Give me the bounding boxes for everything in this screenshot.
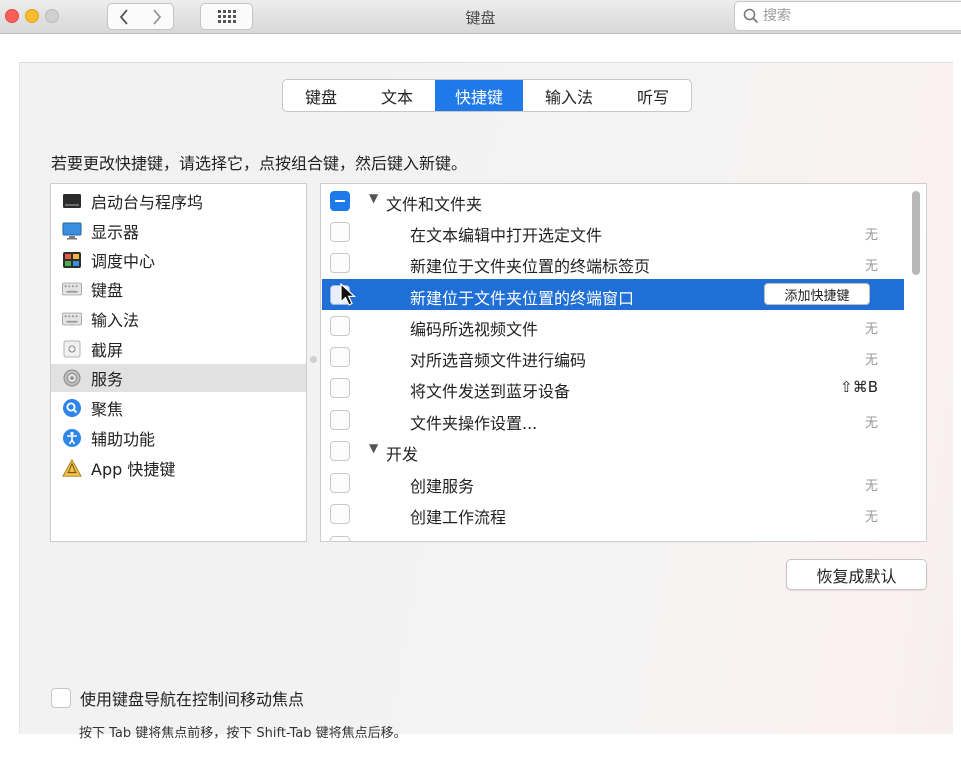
shortcut-label: 创建工作流程 <box>410 508 507 527</box>
category-label: 调度中心 <box>91 252 156 271</box>
shortcut-key[interactable]: 无 <box>865 475 878 494</box>
disclosure-triangle-icon[interactable]: ▼ <box>369 441 378 455</box>
shortcut-key[interactable]: 无 <box>865 318 878 337</box>
app-shortcuts-icon <box>62 458 82 478</box>
shortcut-key[interactable]: 无 <box>865 349 878 368</box>
shortcut-row-selected[interactable]: 新建位于文件夹位置的终端窗口 添加快捷键 <box>322 279 904 310</box>
shortcut-row[interactable]: 创建服务 无 <box>321 467 926 498</box>
shortcut-group-files-folders[interactable]: ▼ 文件和文件夹 <box>321 185 926 216</box>
keyboard-navigation-checkbox[interactable] <box>51 688 71 708</box>
category-list: 启动台与程序坞 显示器 调度中心 键盘 输入法 截屏 服务 聚焦 辅助功能 Ap… <box>50 183 307 542</box>
shortcut-checkbox[interactable] <box>330 316 350 336</box>
keyboard-icon <box>62 279 82 299</box>
accessibility-icon <box>62 428 82 448</box>
category-item-services[interactable]: 服务 <box>51 364 306 392</box>
shortcut-label: 新建位于文件夹位置的终端标签页 <box>410 257 651 276</box>
services-gear-icon <box>62 368 82 388</box>
shortcut-label: 新建位于文件夹位置的终端窗口 <box>410 289 635 308</box>
shortcut-list-scrollbar[interactable] <box>908 186 924 538</box>
shortcut-row[interactable]: 编码所选视频文件 无 <box>321 310 926 341</box>
category-item-screenshots[interactable]: 截屏 <box>51 335 306 363</box>
window-toolbar: 键盘 <box>0 0 961 34</box>
screenshot-icon <box>62 339 82 359</box>
shortcut-group-development[interactable]: ▼ 开发 <box>321 435 926 466</box>
category-item-displays[interactable]: 显示器 <box>51 217 306 245</box>
tab-input-sources[interactable]: 输入法 <box>523 80 615 111</box>
category-label: 键盘 <box>91 281 124 300</box>
category-label: 聚焦 <box>91 400 124 419</box>
instruction-text: 若要更改快捷键，请选择它，点按组合键，然后键入新键。 <box>51 154 468 173</box>
shortcut-row[interactable]: 将文件发送到蓝牙设备 ⇧⌘B <box>321 372 926 403</box>
shortcut-label: 对所选音频文件进行编码 <box>410 351 587 370</box>
category-item-input-sources[interactable]: 输入法 <box>51 305 306 333</box>
group-label: 开发 <box>386 445 419 464</box>
search-field[interactable] <box>734 1 961 31</box>
shortcut-checkbox[interactable] <box>330 222 350 242</box>
shortcut-list: ▼ 文件和文件夹 在文本编辑中打开选定文件 无 新建位于文件夹位置的终端标签页 … <box>320 183 927 542</box>
shortcut-key[interactable]: 无 <box>865 412 878 431</box>
category-label: 显示器 <box>91 223 140 242</box>
input-method-icon <box>62 309 82 329</box>
segmented-tabs: 键盘 文本 快捷键 输入法 听写 <box>282 79 692 112</box>
spotlight-icon <box>62 398 82 418</box>
shortcut-label: 文件夹操作设置... <box>410 414 538 433</box>
scrollbar-thumb[interactable] <box>912 191 920 275</box>
group-checkbox[interactable] <box>330 191 350 211</box>
tab-text[interactable]: 文本 <box>359 80 435 111</box>
shortcut-label: 编码所选视频文件 <box>410 320 539 339</box>
shortcut-checkbox[interactable] <box>330 347 350 367</box>
split-view-handle[interactable] <box>310 356 317 363</box>
shortcut-checkbox[interactable] <box>330 410 350 430</box>
keyboard-navigation-option[interactable]: 使用键盘导航在控制间移动焦点 <box>51 686 304 710</box>
category-item-spotlight[interactable]: 聚焦 <box>51 394 306 422</box>
tab-shortcuts[interactable]: 快捷键 <box>435 80 523 111</box>
shortcut-label: 将文件发送到蓝牙设备 <box>410 382 571 401</box>
category-item-accessibility[interactable]: 辅助功能 <box>51 424 306 452</box>
shortcut-key[interactable]: 无 <box>865 224 878 243</box>
shortcut-label: 创建服务 <box>410 477 475 496</box>
category-item-app-shortcuts[interactable]: App 快捷键 <box>51 454 306 482</box>
shortcut-key[interactable]: ⇧⌘B <box>840 378 878 396</box>
tab-keyboard[interactable]: 键盘 <box>283 80 359 111</box>
keyboard-navigation-label: 使用键盘导航在控制间移动焦点 <box>80 690 305 709</box>
category-label: 截屏 <box>91 341 124 360</box>
category-item-keyboard[interactable]: 键盘 <box>51 275 306 303</box>
search-input[interactable] <box>763 8 933 24</box>
category-label: 启动台与程序坞 <box>91 193 204 212</box>
shortcut-key[interactable]: 无 <box>865 255 878 274</box>
shortcut-row[interactable]: 文件夹操作设置... 无 <box>321 404 926 435</box>
category-label: 输入法 <box>91 311 140 330</box>
shortcut-row[interactable]: 创建工作流程 无 <box>321 498 926 529</box>
mission-control-icon <box>62 250 82 270</box>
shortcut-checkbox[interactable] <box>330 253 350 273</box>
category-label: 辅助功能 <box>91 430 156 449</box>
shortcut-row[interactable]: 在文本编辑中打开选定文件 无 <box>321 216 926 247</box>
shortcut-label: 在文本编辑中打开选定文件 <box>410 226 603 245</box>
display-icon <box>62 221 82 241</box>
category-label: App 快捷键 <box>91 460 176 479</box>
shortcut-checkbox[interactable] <box>330 378 350 398</box>
disclosure-triangle-icon[interactable]: ▼ <box>369 191 378 205</box>
shortcut-checkbox[interactable] <box>330 536 350 541</box>
category-label: 服务 <box>91 370 124 389</box>
mouse-pointer-icon <box>340 283 356 306</box>
tab-dictation[interactable]: 听写 <box>615 80 691 111</box>
shortcut-row[interactable]: 新建位于文件夹位置的终端标签页 无 <box>321 247 926 278</box>
shortcut-key[interactable]: 无 <box>865 506 878 525</box>
category-item-launchpad-dock[interactable]: 启动台与程序坞 <box>51 187 306 215</box>
add-shortcut-button[interactable]: 添加快捷键 <box>764 283 870 305</box>
shortcut-row-partial[interactable] <box>321 530 926 541</box>
category-item-mission-control[interactable]: 调度中心 <box>51 246 306 274</box>
restore-defaults-button[interactable]: 恢复成默认 <box>786 559 927 590</box>
group-checkbox[interactable] <box>330 441 350 461</box>
dock-icon <box>62 191 82 211</box>
search-icon <box>743 8 759 24</box>
shortcut-checkbox[interactable] <box>330 473 350 493</box>
shortcut-row[interactable]: 对所选音频文件进行编码 无 <box>321 341 926 372</box>
shortcut-checkbox[interactable] <box>330 504 350 524</box>
group-label: 文件和文件夹 <box>386 195 483 214</box>
keyboard-navigation-hint: 按下 Tab 键将焦点前移，按下 Shift-Tab 键将焦点后移。 <box>79 726 407 741</box>
